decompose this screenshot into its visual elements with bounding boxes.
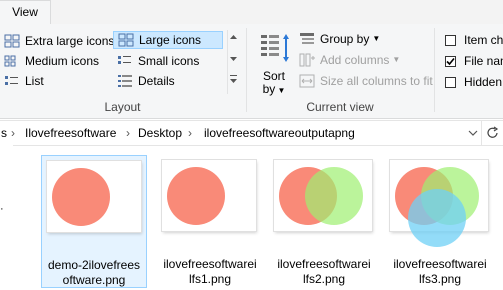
file-name-extensions-label: File nam bbox=[464, 54, 503, 68]
sort-by-label-line2: by bbox=[262, 82, 276, 96]
refresh-button[interactable] bbox=[484, 123, 502, 143]
thumbnail-image bbox=[279, 167, 363, 225]
sort-by-button[interactable]: Sort by ▼ bbox=[255, 30, 295, 96]
extra-large-icons-label: Extra large icons bbox=[25, 34, 115, 48]
sort-by-icon bbox=[261, 34, 289, 62]
medium-icons-icon bbox=[4, 55, 16, 67]
file-item-lfs1[interactable]: ilovefreesoftwarei lfs1.png bbox=[157, 155, 263, 288]
file-item-lfs3[interactable]: ilovefreesoftwarei lfs3.png bbox=[385, 155, 497, 288]
file-name-extensions-option[interactable]: File nam bbox=[445, 52, 503, 70]
file-name: ilovefreesoftwarei lfs1.png bbox=[163, 257, 257, 286]
group-by-dropdown-icon: ▼ bbox=[372, 34, 381, 43]
address-bar[interactable]: s › Ilovefreesoftware › Desktop › ilovef… bbox=[0, 120, 503, 146]
small-icons-option[interactable]: Small icons bbox=[117, 52, 199, 70]
file-thumbnail bbox=[274, 160, 372, 231]
small-icons-icon bbox=[118, 56, 131, 64]
checkmark-icon bbox=[446, 57, 455, 65]
add-columns-button[interactable]: Add columns ▼ bbox=[299, 51, 400, 69]
file-name: ilovefreesoftwarei lfs2.png bbox=[277, 257, 371, 286]
file-thumbnail bbox=[162, 160, 256, 231]
hidden-items-label: Hidden bbox=[464, 75, 503, 89]
current-view-group-label: Current view bbox=[306, 100, 374, 114]
add-columns-dropdown-icon: ▼ bbox=[392, 55, 401, 64]
medium-icons-option[interactable]: Medium icons bbox=[4, 52, 99, 70]
tab-view[interactable]: View bbox=[0, 0, 51, 24]
ribbon: Extra large icons Large icons Medium ico… bbox=[0, 24, 503, 119]
list-label: List bbox=[25, 74, 44, 88]
size-columns-icon bbox=[299, 74, 315, 88]
address-dropdown-button[interactable] bbox=[466, 123, 480, 143]
group-divider bbox=[434, 28, 435, 112]
file-thumbnail bbox=[47, 161, 141, 232]
details-icon bbox=[118, 75, 132, 87]
size-all-columns-label: Size all columns to fit bbox=[320, 74, 433, 88]
hidden-items-checkbox[interactable] bbox=[445, 76, 456, 88]
thumbnail-image bbox=[167, 167, 225, 225]
file-name-extensions-checkbox[interactable] bbox=[445, 55, 456, 67]
breadcrumb-separator: › bbox=[126, 126, 130, 140]
thumbnail-image bbox=[395, 167, 479, 247]
item-checkboxes-checkbox[interactable] bbox=[445, 34, 456, 46]
details-option[interactable]: Details bbox=[117, 72, 175, 90]
navigation-pane-edge[interactable]: · bbox=[0, 145, 13, 290]
large-icons-icon bbox=[118, 33, 134, 47]
breadcrumb-separator: › bbox=[188, 126, 192, 140]
hidden-items-option[interactable]: Hidden bbox=[445, 73, 502, 91]
nav-pane-truncated-glyph: · bbox=[0, 203, 4, 215]
item-checkboxes-label: Item che bbox=[464, 33, 503, 47]
group-by-label: Group by bbox=[320, 32, 370, 46]
list-icon bbox=[5, 76, 18, 85]
group-by-icon bbox=[300, 33, 314, 44]
add-columns-label: Add columns bbox=[320, 53, 390, 67]
file-name: demo-2ilovefrees oftware.png bbox=[47, 258, 141, 287]
breadcrumb-output-folder[interactable]: ilovefreesoftwareoutputapng bbox=[204, 121, 355, 145]
thumbnail-image bbox=[52, 168, 110, 226]
breadcrumb-truncated: s bbox=[1, 126, 7, 140]
extra-large-icons-icon bbox=[4, 34, 20, 48]
file-thumbnail bbox=[390, 160, 488, 247]
ribbon-tab-strip bbox=[0, 0, 503, 25]
group-by-button[interactable]: Group by ▼ bbox=[299, 30, 380, 48]
file-item-demo-2[interactable]: demo-2ilovefrees oftware.png bbox=[41, 155, 147, 288]
large-icons-label: Large icons bbox=[139, 33, 202, 47]
item-checkboxes-option[interactable]: Item che bbox=[445, 31, 503, 49]
medium-icons-label: Medium icons bbox=[25, 54, 100, 68]
file-item-lfs2[interactable]: ilovefreesoftwarei lfs2.png bbox=[269, 155, 379, 288]
extra-large-icons-option[interactable]: Extra large icons bbox=[4, 32, 114, 50]
details-label: Details bbox=[138, 74, 175, 88]
layout-gallery-scroller[interactable] bbox=[227, 30, 239, 94]
address-divider bbox=[481, 121, 482, 145]
file-name: ilovefreesoftwarei lfs3.png bbox=[393, 257, 487, 286]
chevron-down-icon bbox=[468, 130, 478, 136]
small-icons-label: Small icons bbox=[138, 54, 200, 68]
list-option[interactable]: List bbox=[4, 72, 44, 90]
layout-group-label: Layout bbox=[104, 100, 141, 114]
breadcrumb-separator: › bbox=[11, 126, 15, 140]
breadcrumb-desktop[interactable]: Desktop bbox=[138, 121, 182, 145]
breadcrumb-ilovefreesoftware[interactable]: Ilovefreesoftware bbox=[25, 121, 116, 145]
add-columns-icon bbox=[299, 53, 315, 67]
size-all-columns-button[interactable]: Size all columns to fit bbox=[299, 72, 433, 90]
sort-by-dropdown-icon: ▼ bbox=[275, 86, 286, 95]
large-icons-option[interactable]: Large icons bbox=[113, 31, 223, 49]
gallery-scroll-arrows-icon bbox=[230, 35, 237, 83]
refresh-icon bbox=[487, 126, 499, 138]
sort-by-label-line1: Sort bbox=[262, 69, 285, 83]
